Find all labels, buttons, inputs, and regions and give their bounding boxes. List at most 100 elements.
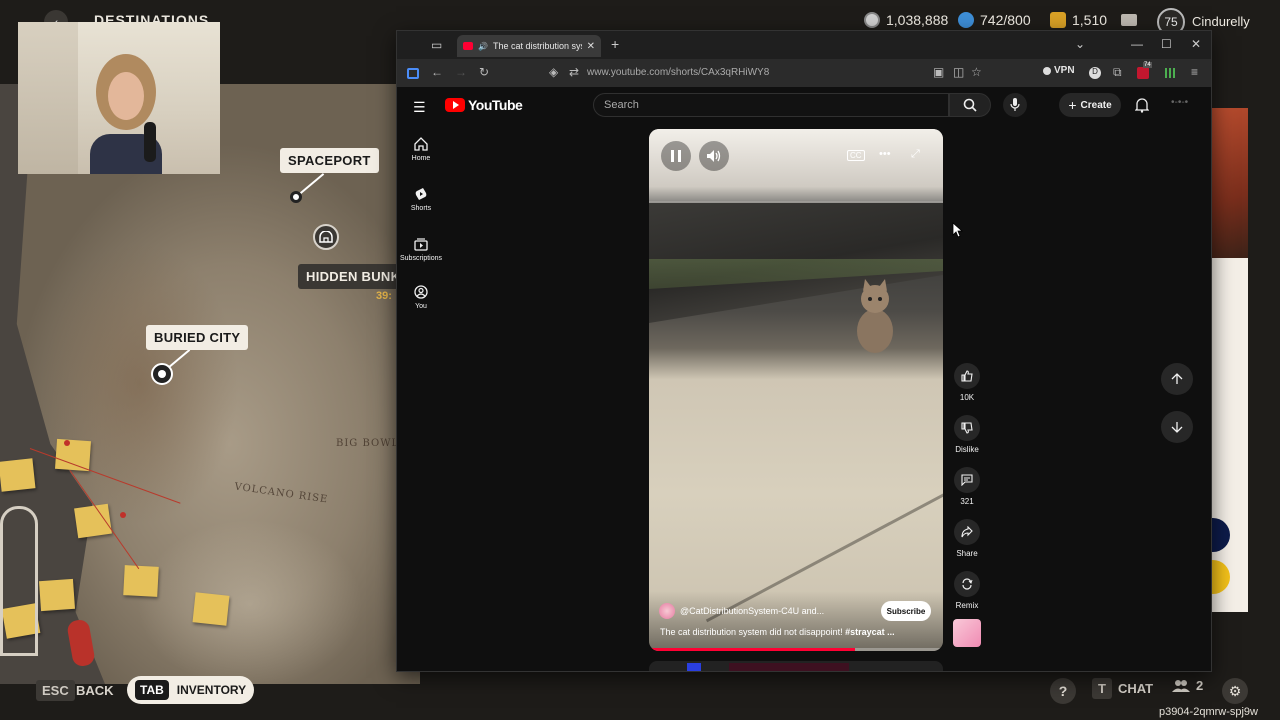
reload-icon[interactable]: ↻ [479, 65, 489, 79]
sidebar-item-shorts[interactable]: Shorts [399, 187, 443, 212]
wheat-icon [1050, 12, 1066, 28]
volume-button[interactable] [699, 141, 729, 171]
help-button[interactable]: ? [1050, 678, 1076, 704]
chat-button[interactable]: T CHAT [1092, 678, 1153, 699]
game-side-panel [1212, 108, 1248, 612]
tab-actions-icon[interactable]: ▭ [431, 38, 442, 52]
shield-icon[interactable]: ◈ [549, 65, 558, 79]
comment-icon [961, 474, 973, 486]
captions-icon[interactable]: CC [847, 150, 865, 161]
chat-key: T [1092, 678, 1112, 699]
more-options-icon[interactable]: ••• [879, 148, 891, 160]
maximize-icon[interactable]: ☐ [1161, 37, 1172, 51]
youtube-logo[interactable]: YouTube [445, 97, 523, 113]
location-spaceport-label[interactable]: SPACEPORT [280, 148, 379, 173]
new-tab-icon[interactable]: + [611, 36, 619, 52]
sidebar-item-subscriptions[interactable]: Subscriptions [399, 237, 443, 262]
back-arrow-icon[interactable]: ← [431, 65, 443, 79]
browser-tab[interactable]: 🔊 The cat distribution system ✕ [457, 35, 601, 57]
webcam-background [18, 22, 78, 174]
comments-button[interactable]: 321 [949, 467, 985, 506]
minimize-icon[interactable]: — [1131, 37, 1143, 51]
close-window-icon[interactable]: ✕ [1191, 37, 1201, 51]
create-button[interactable]: + Create [1059, 93, 1121, 117]
sidebar-item-home[interactable]: Home [399, 137, 443, 162]
hamburger-menu-icon[interactable]: ☰ [413, 99, 426, 116]
arrow-up-icon [1171, 373, 1183, 384]
site-settings-icon[interactable]: ⇄ [569, 65, 579, 79]
extension-badge: 74 [1143, 62, 1152, 68]
panel-button-yellow[interactable] [1212, 560, 1230, 594]
preview-thumbnail [687, 663, 701, 671]
location-buried-city-marker[interactable] [151, 363, 173, 385]
wheat-stat: 1,510 [1050, 12, 1107, 28]
nav-bar: ← → ↻ ◈ ⇄ www.youtube.com/shorts/CAx3qRH… [397, 59, 1211, 87]
sidebar-item-you[interactable]: You [399, 285, 443, 310]
extension-d-icon[interactable]: D [1089, 67, 1101, 79]
address-bar[interactable]: www.youtube.com/shorts/CAx3qRHiWY8 [587, 67, 769, 78]
next-short-preview[interactable] [649, 661, 943, 671]
settings-button[interactable]: ⚙ [1222, 678, 1248, 704]
remix-button[interactable]: Remix [949, 571, 985, 610]
extension-red-icon[interactable] [1137, 67, 1149, 79]
youtube-play-icon [445, 98, 465, 112]
screenshot-icon[interactable]: ◫ [953, 65, 964, 79]
gear-icon: ⚙ [1222, 678, 1248, 704]
esc-key: ESC [36, 680, 75, 701]
audio-track-thumbnail[interactable] [953, 619, 981, 647]
sidebar-toggle-icon[interactable] [407, 68, 419, 79]
short-video-player[interactable]: CC ••• ⤢ @CatDistributionSystem-C4U and.… [649, 129, 943, 651]
inventory-button[interactable]: TAB INVENTORY [127, 676, 254, 704]
video-footer-gradient [649, 591, 943, 651]
pause-button[interactable] [661, 141, 691, 171]
picture-in-picture-icon[interactable]: ▣ [933, 65, 944, 79]
extensions-puzzle-icon[interactable]: ⧉ [1113, 65, 1122, 80]
like-button[interactable]: 10K [949, 363, 985, 402]
share-icon [961, 526, 973, 538]
search-button[interactable] [949, 93, 991, 117]
audio-levels-icon[interactable] [1165, 68, 1177, 78]
loading-dots-icon: •-•-• [1171, 97, 1189, 108]
channel-info[interactable]: @CatDistributionSystem-C4U and... [659, 603, 824, 619]
dislike-button[interactable]: Dislike [949, 415, 985, 454]
channel-name[interactable]: @CatDistributionSystem-C4U and... [680, 606, 824, 616]
location-buried-city-label[interactable]: BURIED CITY [146, 325, 249, 350]
speaker-icon[interactable]: 🔊 [478, 42, 488, 51]
subscribe-button[interactable]: Subscribe [881, 601, 931, 621]
next-short-button[interactable] [1161, 411, 1193, 443]
notifications-bell-icon[interactable] [1135, 97, 1149, 113]
pause-icon [671, 150, 681, 162]
mail-icon[interactable] [1121, 14, 1137, 26]
tab-list-chevron-icon[interactable]: ⌄ [1075, 37, 1085, 51]
sticky-note [38, 578, 76, 612]
tab-key: TAB [135, 680, 169, 700]
share-button[interactable]: Share [949, 519, 985, 558]
hashtag-link[interactable]: #straycat ... [845, 627, 895, 637]
search-input[interactable]: Search [593, 93, 949, 117]
location-spaceport-marker[interactable] [290, 191, 302, 203]
bookmark-star-icon[interactable]: ☆ [971, 65, 982, 79]
close-tab-icon[interactable]: ✕ [587, 41, 595, 52]
sticky-note [123, 565, 159, 597]
tab-bar: ▭ 🔊 The cat distribution system ✕ + ⌄ — … [397, 31, 1211, 59]
username[interactable]: Cindurelly [1192, 14, 1250, 29]
video-caption[interactable]: The cat distribution system did not disa… [660, 627, 936, 637]
previous-short-button[interactable] [1161, 363, 1193, 395]
menu-icon[interactable]: ≡ [1191, 65, 1198, 79]
channel-avatar[interactable] [659, 603, 675, 619]
panel-button-dark[interactable] [1212, 518, 1230, 552]
bunker-icon[interactable] [313, 224, 339, 250]
voice-search-button[interactable] [1003, 93, 1027, 117]
fullscreen-icon[interactable]: ⤢ [911, 148, 920, 161]
coins-stat: 1,038,888 [864, 12, 948, 28]
remix-icon [962, 578, 973, 590]
back-button[interactable]: BACK [76, 683, 114, 698]
tab-title: The cat distribution system [492, 41, 582, 51]
vpn-button[interactable]: VPN [1043, 65, 1075, 76]
forward-arrow-icon[interactable]: → [455, 65, 467, 79]
party-button[interactable]: 2 [1172, 678, 1203, 693]
streamer-figure [90, 54, 162, 174]
thumbs-down-icon [961, 422, 973, 434]
video-progress-bar[interactable] [649, 648, 943, 651]
tokens-stat: 742/800 [958, 12, 1031, 28]
